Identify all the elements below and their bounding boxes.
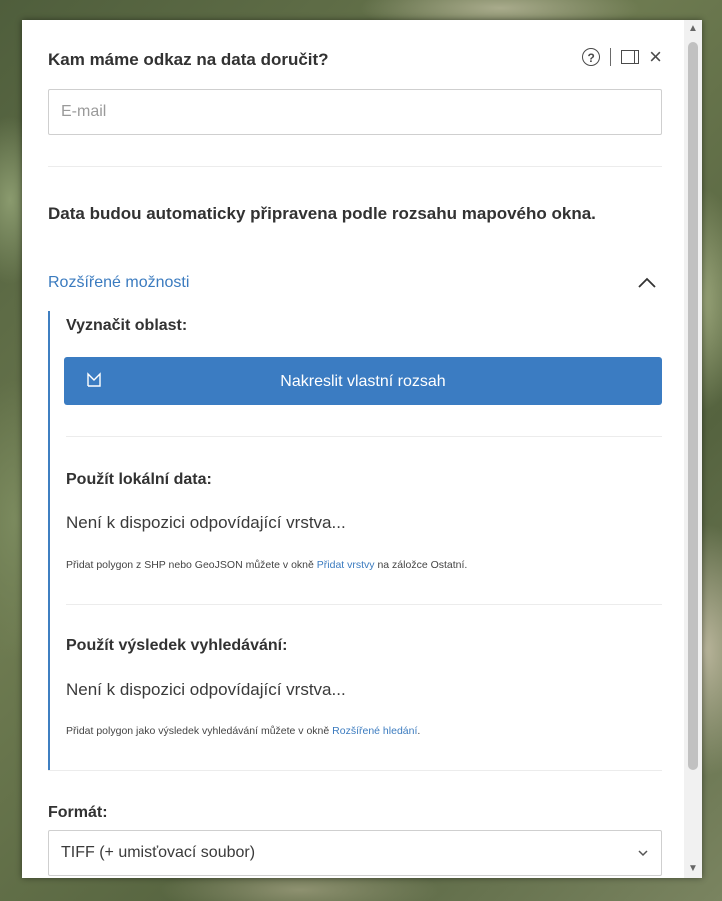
email-input[interactable] xyxy=(48,89,662,135)
hint-text: . xyxy=(417,725,421,737)
search-result-status: Není k dispozici odpovídající vrstva... xyxy=(66,680,346,699)
search-result-hint: Přidat polygon jako výsledek vyhledávání… xyxy=(66,725,420,737)
chevron-up-icon[interactable] xyxy=(636,272,658,294)
draw-extent-button[interactable]: Nakreslit vlastní rozsah xyxy=(64,357,662,405)
scroll-up-icon[interactable]: ▲ xyxy=(684,20,702,38)
scroll-down-icon[interactable]: ▼ xyxy=(684,860,702,878)
advanced-options-link[interactable]: Rozšířené možnosti xyxy=(48,274,189,292)
dock-panel-icon[interactable] xyxy=(621,50,640,64)
help-icon[interactable]: ? xyxy=(582,48,601,66)
mark-area-label: Vyznačit oblast: xyxy=(66,317,188,334)
chevron-down-icon xyxy=(638,850,648,857)
search-result-label: Použít výsledek vyhledávání: xyxy=(66,637,288,654)
local-data-label: Použít lokální data: xyxy=(66,471,212,488)
panel-header: Kam máme odkaz na data doručit? ? × xyxy=(48,46,662,72)
panel-content: Kam máme odkaz na data doručit? ? × Data… xyxy=(22,20,684,878)
close-icon[interactable]: × xyxy=(649,46,662,68)
local-data-hint: Přidat polygon z SHP nebo GeoJSON můžete… xyxy=(66,559,467,571)
format-label: Formát: xyxy=(48,804,108,821)
hint-text: Přidat polygon z SHP nebo GeoJSON můžete… xyxy=(66,559,317,571)
hint-text: na záložce Ostatní. xyxy=(374,559,468,571)
format-select[interactable]: TIFF (+ umisťovací soubor) xyxy=(48,830,662,876)
header-actions: ? × xyxy=(582,46,662,68)
header-separator xyxy=(610,48,612,66)
section-divider xyxy=(66,436,662,437)
section-divider xyxy=(66,604,662,605)
advanced-search-link[interactable]: Rozšířené hledání xyxy=(332,725,417,737)
add-layers-link[interactable]: Přidat vrstvy xyxy=(317,559,375,571)
scrollbar-thumb[interactable] xyxy=(688,42,698,770)
advanced-options-section: Vyznačit oblast: Nakreslit vlastní rozsa… xyxy=(48,311,662,771)
download-panel: Kam máme odkaz na data doručit? ? × Data… xyxy=(22,20,702,878)
format-selected-value: TIFF (+ umisťovací soubor) xyxy=(61,844,256,861)
info-text: Data budou automaticky připravena podle … xyxy=(48,204,596,223)
draw-button-label: Nakreslit vlastní rozsah xyxy=(280,373,446,390)
hint-text: Přidat polygon jako výsledek vyhledávání… xyxy=(66,725,333,737)
local-data-status: Není k dispozici odpovídající vrstva... xyxy=(66,513,346,532)
section-divider xyxy=(48,770,662,771)
section-divider xyxy=(48,166,662,167)
scrollbar[interactable]: ▲ ▼ xyxy=(684,20,702,878)
draw-polygon-icon xyxy=(87,372,101,387)
panel-title: Kam máme odkaz na data doručit? xyxy=(48,50,329,69)
